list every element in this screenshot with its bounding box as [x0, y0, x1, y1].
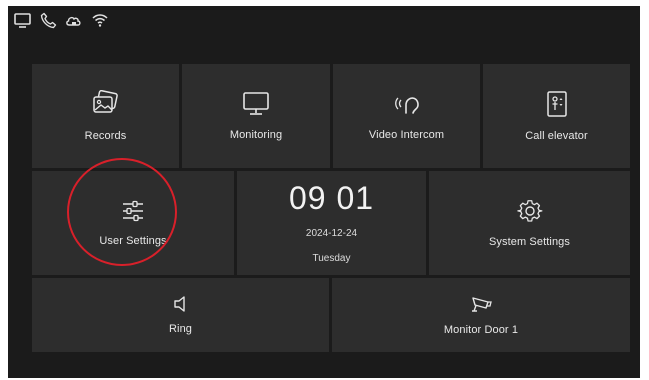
phone-icon: [38, 10, 58, 30]
clock-time: 09 01: [288, 180, 375, 216]
user-settings-tile[interactable]: User Settings: [32, 171, 234, 275]
intercom-screen: Records Monitoring Video Intercom Call e…: [8, 6, 640, 378]
photos-icon: [91, 90, 121, 118]
elevator-icon: [545, 90, 569, 118]
records-label: Records: [84, 130, 127, 142]
intercom-icon: [393, 91, 421, 117]
ring-label: Ring: [168, 323, 193, 335]
video-intercom-label: Video Intercom: [368, 129, 445, 141]
call-elevator-label: Call elevator: [525, 130, 588, 142]
system-settings-tile[interactable]: System Settings: [429, 171, 630, 275]
system-settings-label: System Settings: [489, 236, 570, 248]
clock-date: 2024-12-24: [305, 228, 358, 239]
cloud-lock-icon: [64, 10, 84, 30]
sliders-icon: [120, 199, 146, 223]
camera-icon: [469, 294, 493, 314]
video-intercom-tile[interactable]: Video Intercom: [333, 64, 480, 168]
gear-icon: [516, 198, 543, 224]
clock-tile: 09 01 2024-12-24 Tuesday: [237, 171, 426, 275]
call-elevator-tile[interactable]: Call elevator: [483, 64, 630, 168]
wifi-icon: [90, 10, 110, 30]
monitoring-tile[interactable]: Monitoring: [182, 64, 330, 168]
monitor-icon: [12, 10, 32, 30]
clock-day: Tuesday: [312, 253, 351, 264]
user-settings-label: User Settings: [99, 235, 167, 247]
ring-tile[interactable]: Ring: [32, 278, 329, 352]
monitor-icon: [242, 91, 270, 117]
speaker-icon: [172, 295, 190, 313]
monitor-door-label: Monitor Door 1: [443, 324, 519, 336]
monitoring-label: Monitoring: [229, 129, 283, 141]
monitor-door-tile[interactable]: Monitor Door 1: [332, 278, 630, 352]
status-bar: [8, 6, 110, 34]
records-tile[interactable]: Records: [32, 64, 179, 168]
